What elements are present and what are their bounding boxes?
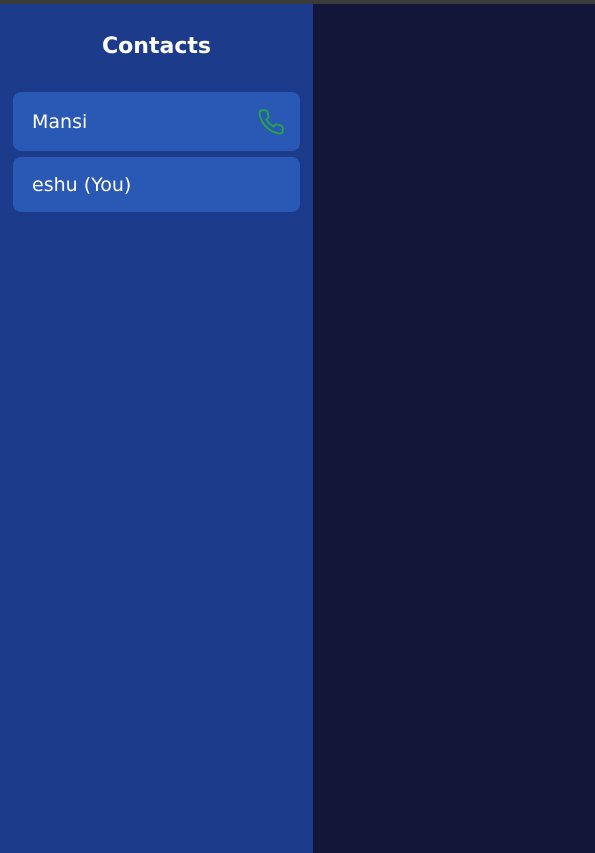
sidebar-title: Contacts (102, 34, 211, 59)
contact-item-mansi[interactable]: Mansi (13, 92, 300, 151)
main-panel (313, 4, 595, 853)
contact-list: Mansi eshu (You) (13, 92, 300, 212)
app-window: Contacts Mansi eshu (You) (0, 4, 595, 853)
contacts-sidebar: Contacts Mansi eshu (You) (0, 4, 313, 853)
contact-name: eshu (You) (32, 173, 132, 196)
contact-item-self[interactable]: eshu (You) (13, 157, 300, 212)
contact-name: Mansi (32, 110, 88, 133)
phone-icon[interactable] (256, 107, 286, 137)
